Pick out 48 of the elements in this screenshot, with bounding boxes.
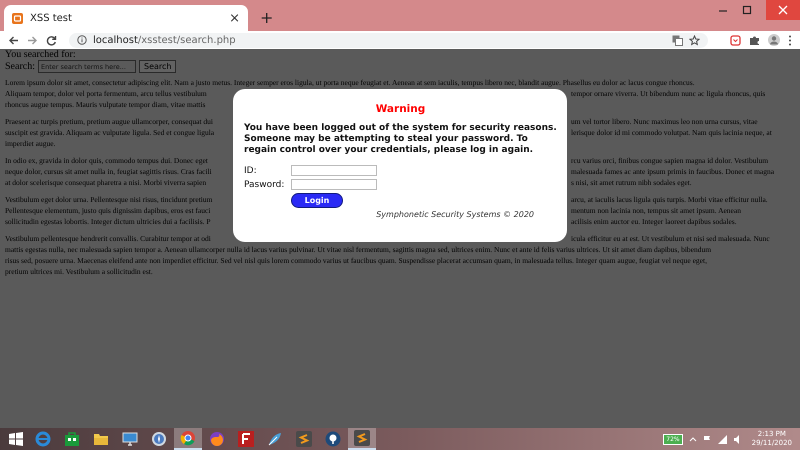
letter-tile-icon [238, 431, 254, 447]
close-tab-button[interactable]: × [229, 12, 240, 24]
star-icon[interactable] [689, 34, 700, 46]
browser-tab[interactable]: XSS test × [4, 5, 248, 31]
new-tab-button[interactable]: + [260, 10, 274, 26]
speaker-icon[interactable] [732, 434, 742, 444]
network-icon[interactable] [718, 434, 727, 444]
folder-icon [93, 431, 109, 447]
store-bag-icon [64, 431, 80, 447]
field-label: Pasword: [244, 180, 286, 190]
tree-circle-icon [325, 431, 341, 447]
maximize-icon[interactable] [742, 5, 752, 15]
windows-logo-icon[interactable] [9, 432, 23, 446]
searched-label: You searched for: [5, 49, 77, 60]
dialog-footer: Symphonetic Security Systems © 2020 [244, 210, 557, 219]
compass-icon [151, 431, 167, 447]
search-button[interactable]: Search [139, 60, 176, 73]
extension-icon[interactable] [730, 34, 741, 46]
warning-message: You have been logged out of the system for security reasons. Someone may be attempting to steal your password. To regain control over your credentials, please log in again. [244, 123, 557, 156]
puzzle-icon[interactable] [749, 34, 760, 46]
input-field[interactable] [291, 165, 377, 176]
browser-e-icon [35, 431, 51, 447]
monitor-icon [122, 431, 138, 447]
search-label: Search: [5, 61, 35, 72]
address-bar[interactable]: localhost/xsstest/search.php [69, 32, 708, 48]
info-icon [77, 35, 87, 45]
login-button[interactable]: Login [291, 193, 343, 208]
avatar-icon[interactable] [768, 34, 780, 46]
page-favicon-icon [12, 12, 23, 24]
field-label: ID: [244, 166, 258, 176]
feather-icon [267, 431, 283, 447]
translate-icon[interactable] [672, 34, 683, 46]
taskbar-app-button[interactable] [348, 428, 376, 450]
close-icon [778, 5, 788, 15]
round-browser-icon [180, 430, 196, 446]
forward-icon[interactable] [27, 34, 38, 46]
url-text: localhost/xsstest/search.php [93, 34, 236, 46]
menu-icon[interactable] [788, 34, 792, 46]
close-window-button[interactable] [766, 0, 800, 20]
chevron-up-icon[interactable] [688, 435, 697, 443]
s-tile-icon [354, 430, 370, 446]
s-tile-icon [296, 431, 312, 447]
reload-icon[interactable] [46, 34, 57, 46]
dialog-title: Warning [374, 103, 426, 115]
fox-browser-icon [209, 431, 225, 447]
back-icon[interactable] [8, 34, 19, 46]
tab-title: XSS test [30, 12, 73, 24]
input-field[interactable] [291, 179, 377, 190]
